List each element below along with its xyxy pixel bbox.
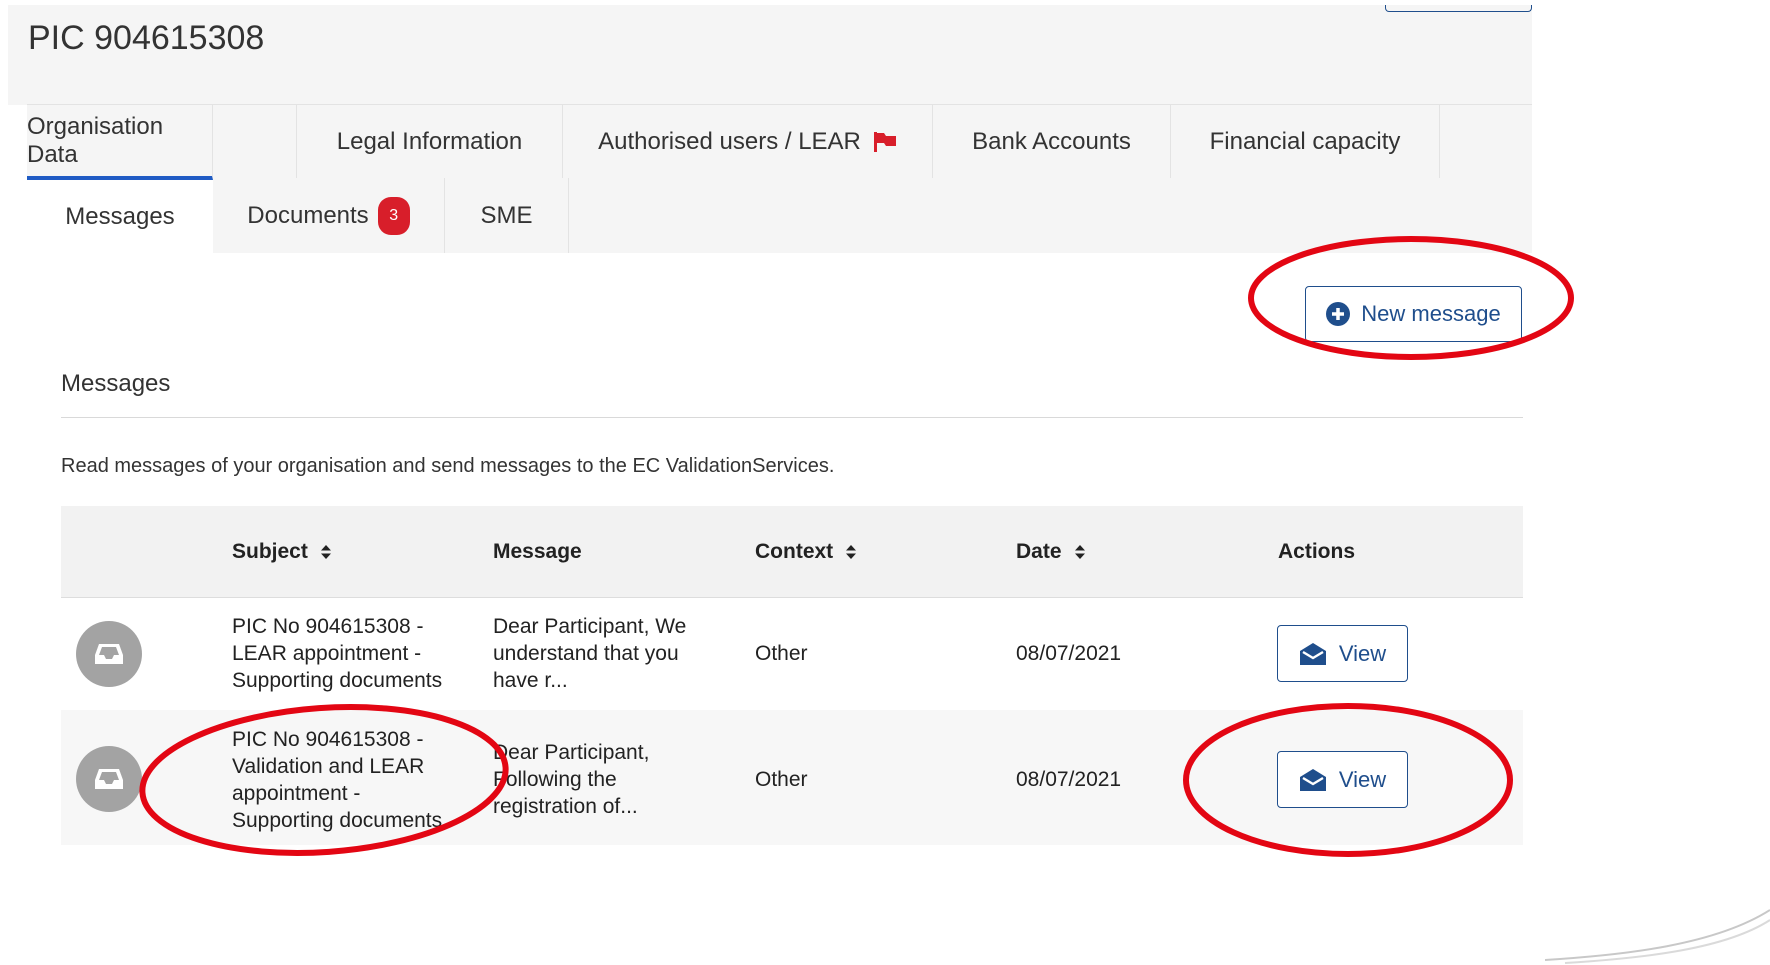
subject-cell: PIC No 904615308 - Validation and LEAR a… [232, 726, 442, 834]
column-label: Actions [1278, 539, 1356, 563]
tab-sme[interactable]: SME [445, 178, 569, 253]
view-button[interactable]: View [1277, 751, 1408, 808]
sort-icon [846, 544, 857, 559]
column-label: Message [493, 539, 582, 563]
context-cell: Other [755, 642, 808, 665]
table-row: PIC No 904615308 - Validation and LEAR a… [61, 710, 1523, 845]
message-line: Dear Participant, We [493, 615, 687, 638]
message-cell: Dear Participant, Following the registra… [493, 739, 649, 820]
plus-circle-icon [1326, 302, 1351, 326]
subject-line: appointment - [232, 782, 361, 805]
tab-financial-capacity[interactable]: Financial capacity [1171, 105, 1440, 178]
tab-label: Financial capacity [1209, 127, 1401, 155]
message-line: registration of... [493, 795, 638, 818]
view-button[interactable]: View [1277, 625, 1408, 682]
tab-label: Legal Information [336, 127, 523, 155]
tab-label: Documents [247, 201, 369, 229]
inbox-icon [76, 746, 142, 812]
tab-label: Messages [65, 202, 175, 230]
date-cell: 08/07/2021 [1016, 768, 1122, 791]
column-label: Subject [232, 539, 308, 563]
subject-line: PIC No 904615308 - [232, 615, 424, 638]
section-title: Messages [61, 370, 171, 397]
envelope-open-icon [1299, 768, 1326, 791]
column-header-subject[interactable]: Subject [232, 506, 332, 597]
tab-label: Authorised users / LEAR [598, 127, 861, 155]
tab-documents[interactable]: Documents 3 [213, 178, 445, 253]
subject-cell: PIC No 904615308 - LEAR appointment - Su… [232, 613, 442, 694]
message-line: Dear Participant, [493, 741, 650, 764]
column-header-date[interactable]: Date [1016, 506, 1086, 597]
column-header-actions: Actions [1278, 506, 1355, 597]
red-flag-icon [873, 131, 896, 152]
tab-bank-accounts[interactable]: Bank Accounts [933, 105, 1171, 178]
table-row: PIC No 904615308 - LEAR appointment - Su… [61, 597, 1523, 710]
section-description: Read messages of your organisation and s… [61, 455, 835, 477]
subject-line: LEAR appointment - [232, 642, 422, 665]
documents-count-badge: 3 [377, 196, 410, 235]
sort-icon [1074, 544, 1085, 559]
message-line: Following the [493, 768, 617, 791]
view-label: View [1338, 640, 1387, 666]
message-cell: Dear Participant, We understand that you… [493, 613, 686, 694]
new-message-button[interactable]: New message [1305, 286, 1522, 342]
section-divider [61, 417, 1523, 418]
tab-label: Organisation Data [27, 112, 164, 168]
messages-table-header: Subject Message Context Date Actions [61, 506, 1523, 598]
subject-line: PIC No 904615308 - [232, 728, 424, 751]
tab-bar: Organisation Data Legal Information Auth… [27, 104, 1532, 253]
tab-organisation-data[interactable]: Organisation Data [27, 105, 213, 180]
column-header-context[interactable]: Context [755, 506, 857, 597]
column-label: Context [755, 539, 834, 563]
date-cell: 08/07/2021 [1016, 642, 1122, 665]
tab-authorised-users[interactable]: Authorised users / LEAR [563, 105, 933, 178]
page-curl-edge [1545, 909, 1770, 964]
envelope-open-icon [1299, 642, 1326, 665]
tab-label: Bank Accounts [972, 127, 1131, 155]
subject-line: Supporting documents [232, 809, 443, 832]
view-label: View [1338, 766, 1387, 792]
top-right-button[interactable] [1385, 5, 1532, 12]
inbox-glyph-icon [95, 769, 123, 789]
tab-messages[interactable]: Messages [27, 180, 213, 253]
tab-label: SME [480, 201, 533, 229]
column-header-message: Message [493, 506, 582, 597]
tab-legal-information[interactable]: Legal Information [296, 105, 563, 178]
page: PIC 904615308 Organisation Data Legal In… [8, 5, 1532, 845]
column-label: Date [1016, 539, 1062, 563]
message-line: have r... [493, 669, 568, 692]
message-line: understand that you [493, 642, 679, 665]
context-cell: Other [755, 768, 808, 791]
subject-line: Validation and LEAR [232, 755, 425, 778]
subject-line: Supporting documents [232, 669, 443, 692]
page-title: PIC 904615308 [28, 19, 265, 57]
new-message-label: New message [1361, 301, 1501, 326]
inbox-glyph-icon [95, 644, 123, 664]
inbox-icon [76, 621, 142, 687]
sort-icon [320, 544, 331, 559]
